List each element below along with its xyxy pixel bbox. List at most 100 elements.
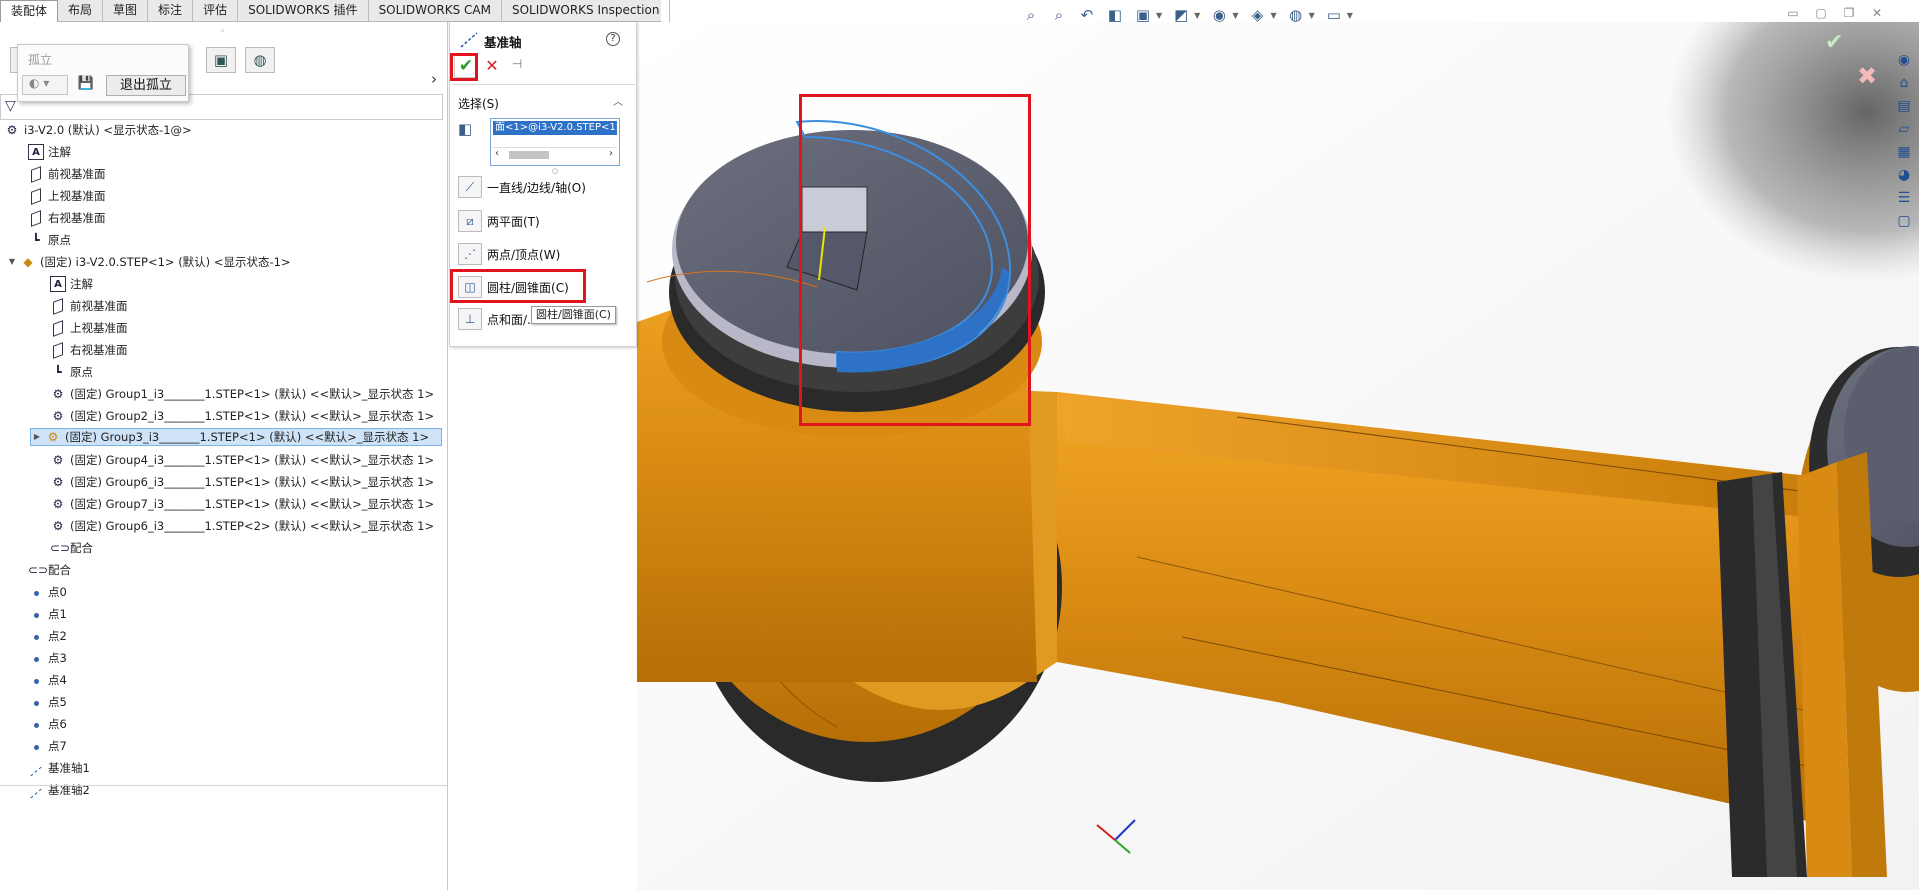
chevron-down-icon[interactable]: ▼	[1347, 11, 1353, 20]
tree-item-front-plane[interactable]: 前视基准面	[28, 165, 106, 183]
forum-icon[interactable]: ▢	[1894, 211, 1914, 231]
tab-layout[interactable]: 布局	[58, 0, 104, 22]
subassembly-icon: ⚙	[52, 519, 64, 533]
chevron-down-icon[interactable]: ▼	[1232, 11, 1238, 20]
isolate-display-dropdown[interactable]: ◐ ▾	[22, 75, 68, 95]
scroll-right-icon[interactable]: ›	[609, 148, 613, 159]
home-icon[interactable]: ⌂	[1894, 73, 1914, 93]
expand-toggle-icon[interactable]: ▼	[6, 253, 18, 271]
ok-button[interactable]: ✔	[454, 54, 478, 78]
tree-item-point0[interactable]: 点0	[28, 583, 67, 601]
tab-cam[interactable]: SOLIDWORKS CAM	[369, 0, 502, 22]
chevron-down-icon[interactable]: ▼	[1156, 11, 1162, 20]
tab-addins[interactable]: SOLIDWORKS 插件	[238, 0, 369, 22]
minimize-icon[interactable]: ▭	[1785, 6, 1801, 20]
graphics-area[interactable]: X Z Y ✔ ✖	[637, 22, 1919, 890]
splitter-grip[interactable]	[447, 427, 448, 457]
tree-item-axis2[interactable]: 基准轴2	[28, 781, 90, 799]
tree-item-group7[interactable]: ⚙ (固定) Group7_i3_______1.STEP<1> (默认) <<…	[50, 495, 435, 513]
tree-item-group3[interactable]: ▶ ⚙ (固定) Group3_i3_______1.STEP<1> (默认) …	[30, 428, 442, 446]
tab-sketch[interactable]: 草图	[103, 0, 149, 22]
display-manager-tab-icon[interactable]: ◍	[245, 47, 275, 73]
tree-item-group1[interactable]: ⚙ (固定) Group1_i3_______1.STEP<1> (默认) <<…	[50, 385, 435, 403]
confirm-corner-ok-icon[interactable]: ✔	[1825, 30, 1843, 55]
tree-item-point6[interactable]: 点6	[28, 715, 67, 733]
expand-toggle-icon[interactable]: ▶	[31, 428, 43, 446]
tree-item-label: 点2	[48, 629, 67, 643]
solidworks-resources-icon[interactable]: ◉	[1894, 50, 1914, 70]
tree-item-group2[interactable]: ⚙ (固定) Group2_i3_______1.STEP<1> (默认) <<…	[50, 407, 435, 425]
dimxpert-tab-icon[interactable]: ▣	[206, 47, 236, 73]
tree-root[interactable]: ⚙ i3-V2.0 (默认) <显示状态-1@>	[4, 121, 192, 139]
tree-item-label: 前视基准面	[70, 299, 128, 313]
listbox-scrollbar[interactable]: ‹ ›	[493, 147, 617, 161]
splitter-handle-icon[interactable]: ◦	[220, 27, 225, 37]
tab-inspection[interactable]: SOLIDWORKS Inspection	[502, 0, 671, 22]
tree-item-label: 点1	[48, 607, 67, 621]
option-two-planes[interactable]: ⧄ 两平面(T)	[458, 208, 540, 234]
plane-icon	[28, 210, 44, 226]
chevron-down-icon[interactable]: ▼	[1194, 11, 1200, 20]
tree-item-front-plane-sub[interactable]: 前视基准面	[50, 297, 128, 315]
point-icon	[28, 716, 44, 732]
view-palette-icon[interactable]: ▦	[1894, 142, 1914, 162]
selected-face-item[interactable]: 面<1>@i3-V2.0.STEP<1>	[493, 121, 617, 135]
save-icon[interactable]: 💾	[76, 76, 96, 94]
exit-isolate-button[interactable]: 退出孤立	[106, 75, 186, 96]
tree-item-right-plane-sub[interactable]: 右视基准面	[50, 341, 128, 359]
tree-item-point2[interactable]: 点2	[28, 627, 67, 645]
chevron-right-icon[interactable]: ›	[431, 70, 437, 88]
tree-item-point1[interactable]: 点1	[28, 605, 67, 623]
tab-assembly[interactable]: 装配体	[0, 0, 59, 22]
tab-markup[interactable]: 标注	[148, 0, 194, 22]
collapse-icon[interactable]: ︿	[613, 93, 623, 108]
restore-down-icon[interactable]: ❐	[1841, 6, 1857, 20]
tree-item-point3[interactable]: 点3	[28, 649, 67, 667]
tree-item-group6-2[interactable]: ⚙ (固定) Group6_i3_______1.STEP<2> (默认) <<…	[50, 517, 435, 535]
cylinder-icon: ◫	[458, 276, 482, 298]
cancel-button[interactable]: ✕	[483, 56, 501, 76]
help-icon[interactable]: ?	[606, 32, 620, 46]
option-cylindrical-face[interactable]: ◫ 圆柱/圆锥面(C)	[458, 274, 569, 300]
task-pane-tabs: ◉ ⌂ ▤ ▱ ▦ ◕ ☰ ▢	[1894, 50, 1918, 231]
option-line-edge-axis[interactable]: ⟋ 一直线/边线/轴(O)	[458, 174, 586, 200]
confirm-corner-cancel-icon[interactable]: ✖	[1857, 62, 1877, 90]
tree-item-right-plane[interactable]: 右视基准面	[28, 209, 106, 227]
tree-item-mates[interactable]: ⊂⊃ 配合	[28, 561, 71, 579]
appearances-icon[interactable]: ◕	[1894, 165, 1914, 185]
pin-icon[interactable]: ⊣	[508, 57, 526, 75]
tree-item-group4[interactable]: ⚙ (固定) Group4_i3_______1.STEP<1> (默认) <<…	[50, 451, 435, 469]
tree-item-main-part[interactable]: ▼ ◆ (固定) i3-V2.0.STEP<1> (默认) <显示状态-1>	[6, 253, 291, 271]
tree-item-mates-sub[interactable]: ⊂⊃ 配合	[50, 539, 93, 557]
scroll-thumb[interactable]	[509, 151, 549, 159]
close-icon[interactable]: ✕	[1869, 6, 1885, 20]
tree-item-label: 基准轴1	[48, 761, 90, 775]
option-two-points[interactable]: ⋰ 两点/顶点(W)	[458, 241, 560, 267]
tree-item-label: (固定) Group2_i3_______1.STEP<1> (默认) <<默认…	[70, 409, 435, 423]
tree-item-group6[interactable]: ⚙ (固定) Group6_i3_______1.STEP<1> (默认) <<…	[50, 473, 435, 491]
selection-listbox[interactable]: 面<1>@i3-V2.0.STEP<1> ‹ ›	[490, 118, 620, 166]
tab-evaluate[interactable]: 评估	[193, 0, 239, 22]
tree-item-annotations-sub[interactable]: A 注解	[50, 275, 93, 293]
tree-item-axis1[interactable]: 基准轴1	[28, 759, 90, 777]
tree-item-annotations[interactable]: A 注解	[28, 143, 71, 161]
custom-properties-icon[interactable]: ☰	[1894, 188, 1914, 208]
chevron-down-icon[interactable]: ▼	[1309, 11, 1315, 20]
restore-icon[interactable]: ▢	[1813, 6, 1829, 20]
tree-item-top-plane-sub[interactable]: 上视基准面	[50, 319, 128, 337]
isolate-title: 孤立	[28, 53, 53, 67]
tree-item-origin[interactable]: ┗ 原点	[28, 231, 71, 249]
option-point-and-face[interactable]: ⊥ 点和面/...	[458, 306, 539, 332]
chevron-down-icon[interactable]: ▼	[1270, 11, 1276, 20]
scroll-left-icon[interactable]: ‹	[495, 148, 499, 159]
tree-item-origin-sub[interactable]: ┗ 原点	[50, 363, 93, 381]
file-explorer-icon[interactable]: ▱	[1894, 119, 1914, 139]
design-library-icon[interactable]: ▤	[1894, 96, 1914, 116]
tree-item-point5[interactable]: 点5	[28, 693, 67, 711]
tree-item-label: 点3	[48, 651, 67, 665]
tree-item-top-plane[interactable]: 上视基准面	[28, 187, 106, 205]
plane-icon	[50, 342, 66, 358]
tree-item-point4[interactable]: 点4	[28, 671, 67, 689]
tree-item-point7[interactable]: 点7	[28, 737, 67, 755]
plane-icon	[28, 188, 44, 204]
